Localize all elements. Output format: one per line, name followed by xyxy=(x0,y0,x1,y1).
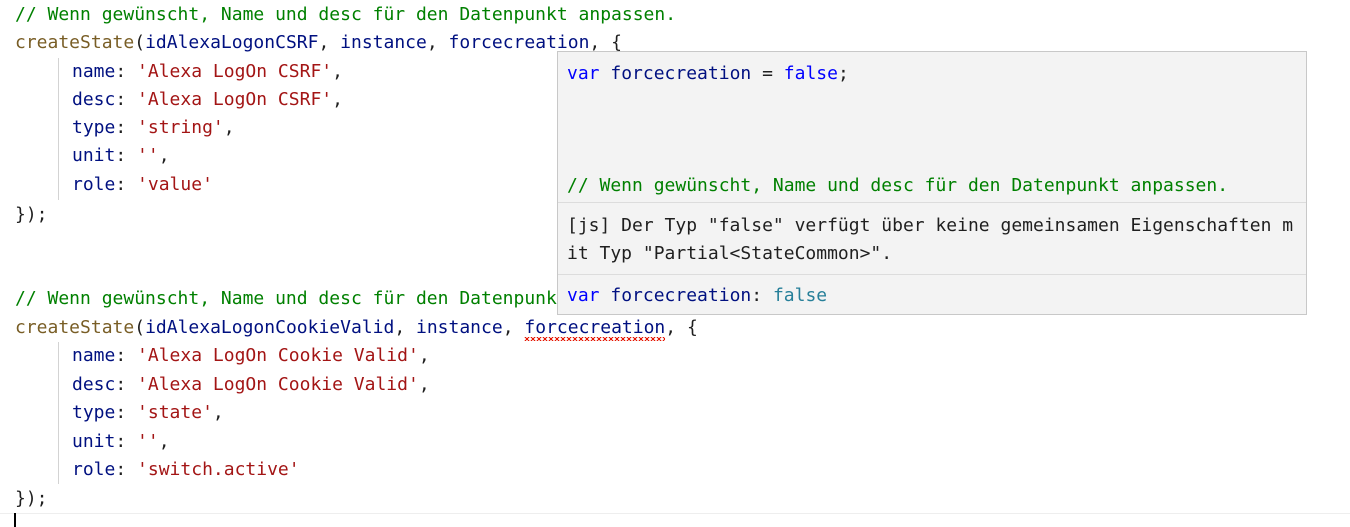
current-line-highlight xyxy=(0,513,1350,514)
property-value: 'Alexa LogOn Cookie Valid' xyxy=(137,345,419,366)
property-value: '' xyxy=(137,145,159,166)
type-name: false xyxy=(772,285,828,306)
error-message-text: [js] Der Typ "false" verfügt über keine … xyxy=(567,215,1294,264)
punctuation: : xyxy=(115,145,138,166)
punctuation: ; xyxy=(837,63,849,84)
punctuation: : xyxy=(115,345,138,366)
literal-value: false xyxy=(783,63,838,84)
punctuation: , xyxy=(426,32,449,53)
punctuation: : xyxy=(115,89,138,110)
property-key: name xyxy=(72,61,116,82)
code-property: role: 'value' xyxy=(15,171,213,199)
punctuation: , xyxy=(502,317,525,338)
punctuation: : xyxy=(115,459,138,480)
doc-comment-text: // Wenn gewünscht, Name und desc für den… xyxy=(567,175,1229,196)
punctuation: , xyxy=(223,117,235,138)
property-key: role xyxy=(72,174,116,195)
property-key: type xyxy=(72,117,116,138)
punctuation: : xyxy=(115,117,138,138)
code-property: desc: 'Alexa LogOn CSRF', xyxy=(15,86,343,114)
code-property: role: 'switch.active' xyxy=(15,456,300,484)
punctuation: , xyxy=(158,145,170,166)
hover-divider xyxy=(558,202,1306,203)
property-value: 'Alexa LogOn CSRF' xyxy=(137,89,333,110)
hover-error-message: [js] Der Typ "false" verfügt über keine … xyxy=(558,212,1306,268)
function-name: createState xyxy=(15,32,135,53)
punctuation: , xyxy=(332,61,343,82)
property-value: '' xyxy=(137,431,159,452)
variable-name: forcecreation xyxy=(610,63,752,84)
punctuation: : xyxy=(115,174,138,195)
punctuation: ( xyxy=(134,32,146,53)
argument-forcecreation-error[interactable]: forcecreation xyxy=(524,314,665,342)
property-key: unit xyxy=(72,145,116,166)
code-property: type: 'string', xyxy=(15,114,235,142)
hover-tooltip[interactable]: var forcecreation = false; // Wenn gewün… xyxy=(557,51,1307,315)
punctuation: , xyxy=(418,345,430,366)
code-property: name: 'Alexa LogOn Cookie Valid', xyxy=(15,342,430,370)
variable-name: forcecreation xyxy=(610,285,752,306)
punctuation: , xyxy=(318,32,341,53)
punctuation: : xyxy=(115,374,138,395)
punctuation: : xyxy=(115,431,138,452)
punctuation: , { xyxy=(589,32,622,53)
punctuation: , xyxy=(394,317,416,338)
code-comment: // Wenn gewünscht, Name und desc für den… xyxy=(15,4,677,25)
code-line-createstate: createState(idAlexaLogonCookieValid, ins… xyxy=(15,314,698,342)
argument-instance: instance xyxy=(340,32,427,53)
property-key: desc xyxy=(72,374,116,395)
function-name: createState xyxy=(15,317,135,338)
hover-doc-comment: // Wenn gewünscht, Name und desc für den… xyxy=(558,172,1306,200)
hover-declaration: var forcecreation = false; xyxy=(558,60,1306,88)
code-closing: }); xyxy=(15,204,48,225)
code-property: unit: '', xyxy=(15,142,170,170)
hover-divider xyxy=(558,274,1306,275)
property-value: 'string' xyxy=(137,117,224,138)
punctuation: : xyxy=(115,61,138,82)
property-value: 'switch.active' xyxy=(137,459,300,480)
punctuation: , xyxy=(332,89,343,110)
punctuation: = xyxy=(751,63,784,84)
property-value: 'value' xyxy=(137,174,213,195)
code-property: unit: '', xyxy=(15,428,170,456)
property-key: desc xyxy=(72,89,116,110)
text-cursor xyxy=(14,513,16,527)
keyword: var xyxy=(567,285,600,306)
property-value: 'Alexa LogOn Cookie Valid' xyxy=(137,374,419,395)
punctuation: , { xyxy=(665,317,698,338)
argument-instance: instance xyxy=(416,317,503,338)
punctuation: : xyxy=(751,285,773,306)
property-value: 'Alexa LogOn CSRF' xyxy=(137,61,333,82)
code-property: desc: 'Alexa LogOn Cookie Valid', xyxy=(15,371,430,399)
punctuation: , xyxy=(418,374,430,395)
code-closing: }); xyxy=(15,488,48,509)
punctuation: : xyxy=(115,402,138,423)
argument-id: idAlexaLogonCSRF xyxy=(145,32,319,53)
punctuation: ( xyxy=(134,317,146,338)
code-property: type: 'state', xyxy=(15,399,224,427)
punctuation: , xyxy=(212,402,224,423)
argument-id: idAlexaLogonCookieValid xyxy=(145,317,395,338)
code-property: name: 'Alexa LogOn CSRF', xyxy=(15,58,343,86)
punctuation: , xyxy=(158,431,170,452)
property-key: role xyxy=(72,459,116,480)
property-key: unit xyxy=(72,431,116,452)
code-line-createstate: createState(idAlexaLogonCSRF, instance , … xyxy=(15,29,622,57)
property-key: name xyxy=(72,345,116,366)
keyword: var xyxy=(567,63,600,84)
argument-forcecreation: forcecreation xyxy=(448,32,590,53)
hover-signature: var forcecreation: false xyxy=(558,282,1306,310)
property-key: type xyxy=(72,402,116,423)
property-value: 'state' xyxy=(137,402,213,423)
